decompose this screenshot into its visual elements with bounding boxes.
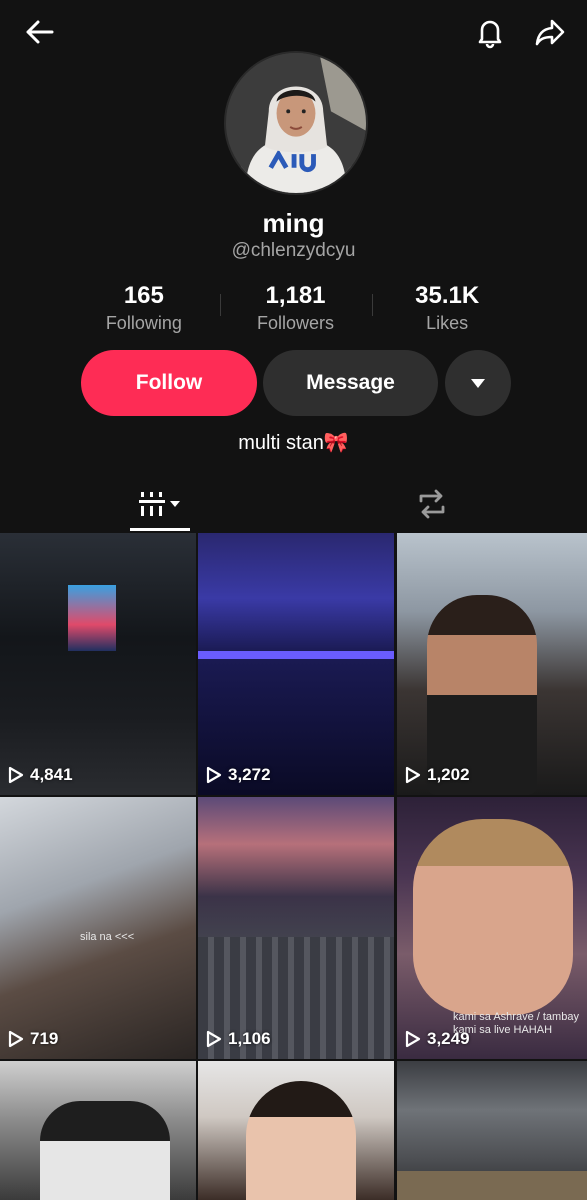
video-thumbnail[interactable] bbox=[198, 1061, 394, 1200]
divider bbox=[220, 294, 221, 316]
profile-handle: @chlenzydcyu bbox=[231, 240, 356, 261]
thumbnail-face bbox=[246, 1081, 356, 1200]
play-icon bbox=[206, 1030, 222, 1048]
video-thumbnail[interactable]: 3,272 bbox=[198, 533, 394, 795]
play-icon bbox=[405, 766, 421, 784]
play-icon bbox=[8, 766, 24, 784]
thumbnail-light bbox=[198, 651, 394, 659]
stat-label: Followers bbox=[256, 313, 335, 333]
view-count-text: 3,249 bbox=[427, 1029, 470, 1048]
grid-icon bbox=[139, 492, 180, 516]
view-count-text: 1,202 bbox=[427, 765, 470, 784]
play-icon bbox=[8, 1030, 24, 1048]
stat-value: 35.1K bbox=[415, 282, 480, 309]
stat-likes[interactable]: 35.1K Likes bbox=[371, 282, 523, 338]
profile-bio: multi stan🎀 bbox=[238, 432, 349, 454]
thumbnail-screen bbox=[68, 585, 116, 651]
play-icon bbox=[405, 1030, 421, 1048]
active-tab-indicator bbox=[130, 528, 190, 531]
tab-reposts[interactable] bbox=[402, 476, 462, 532]
more-options-button[interactable] bbox=[445, 350, 511, 416]
video-thumbnail[interactable]: 1,202 bbox=[397, 533, 587, 795]
view-count: 3,249 bbox=[405, 1029, 470, 1049]
view-count-text: 1,106 bbox=[228, 1029, 271, 1048]
follow-button[interactable]: Follow bbox=[81, 350, 257, 416]
tab-videos[interactable] bbox=[130, 476, 190, 532]
bell-icon[interactable] bbox=[468, 10, 512, 54]
video-thumbnail[interactable] bbox=[397, 1061, 587, 1200]
video-thumbnail[interactable]: 1,106 bbox=[198, 797, 394, 1059]
stat-followers[interactable]: 1,181 Followers bbox=[220, 282, 372, 338]
profile-page: ming @chlenzydcyu 165 Following 1,181 Fo… bbox=[0, 0, 587, 1200]
view-count: 719 bbox=[8, 1029, 58, 1049]
video-thumbnail[interactable]: kami sa Ashrave / tambay kami sa live HA… bbox=[397, 797, 587, 1059]
view-count: 1,106 bbox=[206, 1029, 271, 1049]
stat-value: 1,181 bbox=[265, 282, 326, 309]
view-count: 3,272 bbox=[206, 765, 271, 785]
thumbnail-face bbox=[413, 819, 573, 1015]
stat-following[interactable]: 165 Following bbox=[68, 282, 220, 338]
repost-icon bbox=[419, 489, 445, 519]
video-thumbnail[interactable]: 4,841 bbox=[0, 533, 196, 795]
video-thumbnail[interactable] bbox=[0, 1061, 196, 1200]
profile-name: ming bbox=[262, 208, 325, 238]
stat-value: 165 bbox=[123, 282, 164, 309]
avatar[interactable] bbox=[224, 51, 368, 195]
profile-stats: 165 Following 1,181 Followers 35.1K Like… bbox=[68, 282, 523, 338]
video-caption: kami sa Ashrave / tambay kami sa live HA… bbox=[453, 1011, 579, 1036]
thumbnail-person bbox=[40, 1101, 170, 1200]
back-arrow-icon[interactable] bbox=[17, 10, 61, 54]
stat-label: Following bbox=[105, 313, 182, 333]
dropdown-triangle-icon bbox=[471, 379, 485, 388]
view-count-text: 3,272 bbox=[228, 765, 271, 784]
view-count-text: 4,841 bbox=[30, 765, 73, 784]
view-count: 4,841 bbox=[8, 765, 73, 785]
view-count-text: 719 bbox=[30, 1029, 59, 1048]
play-icon bbox=[206, 766, 222, 784]
content-tabs bbox=[0, 476, 587, 532]
share-icon[interactable] bbox=[528, 10, 572, 54]
video-caption: sila na <<< bbox=[80, 931, 135, 943]
divider bbox=[372, 294, 373, 316]
thumbnail-court bbox=[397, 1171, 587, 1200]
message-button[interactable]: Message bbox=[263, 350, 438, 416]
stat-label: Likes bbox=[426, 313, 469, 333]
view-count: 1,202 bbox=[405, 765, 470, 785]
video-thumbnail[interactable]: sila na <<< 719 bbox=[0, 797, 196, 1059]
